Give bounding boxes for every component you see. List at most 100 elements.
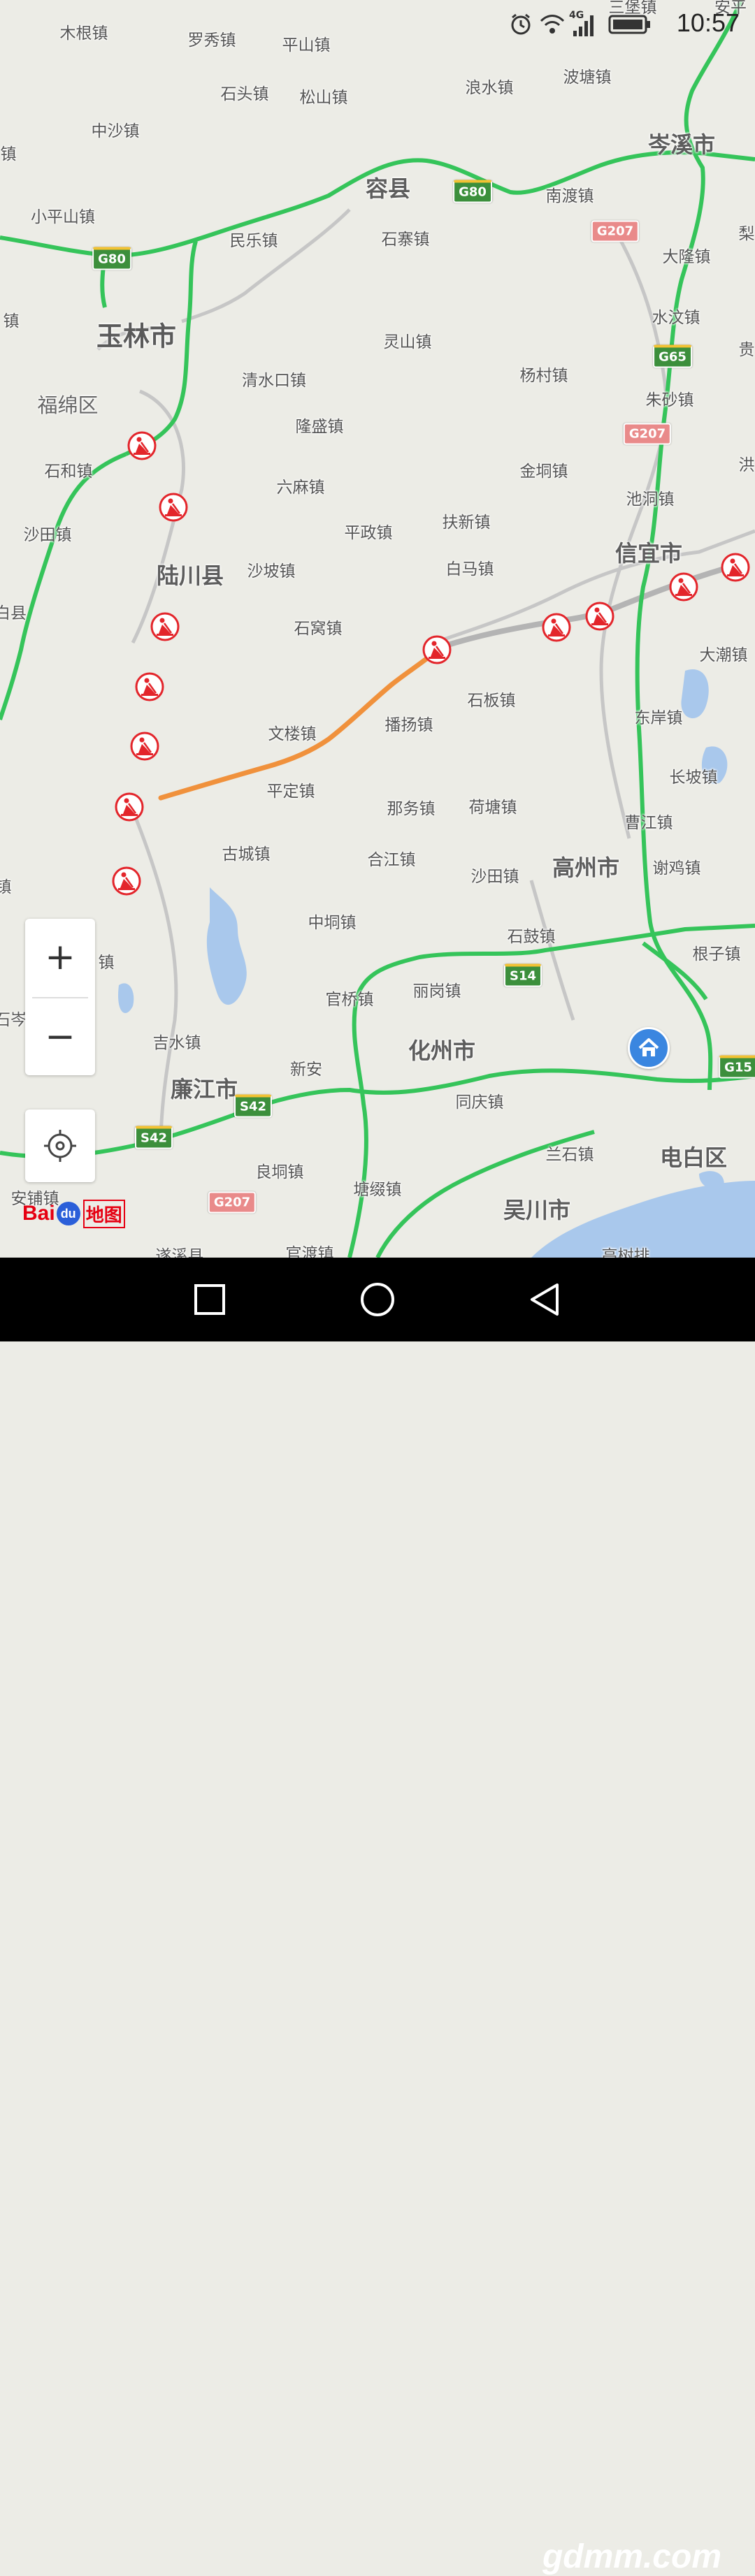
city-label: 高州市 <box>552 854 620 881</box>
town-label: 杨村镇 <box>519 367 568 385</box>
back-icon <box>531 1283 559 1316</box>
town-label: 长坡镇 <box>669 769 718 787</box>
zoom-in-button[interactable]: + <box>25 919 95 996</box>
status-time: 10:57 <box>676 8 740 37</box>
town-label: 南渡镇 <box>545 187 594 205</box>
road-shield: G207 <box>591 220 640 242</box>
construction-marker-icon[interactable] <box>585 602 614 631</box>
battery-icon <box>608 15 650 34</box>
city-label: 化州市 <box>408 1038 476 1064</box>
road-shield: G65 <box>653 344 692 368</box>
zoom-out-button[interactable]: − <box>25 998 95 1075</box>
town-label: 隆盛镇 <box>295 418 344 436</box>
recent-apps-icon <box>194 1284 225 1315</box>
construction-marker-icon[interactable] <box>150 612 180 641</box>
construction-marker-icon[interactable] <box>127 431 157 460</box>
town-label: 镇 <box>3 312 20 330</box>
locate-icon <box>44 1130 76 1162</box>
town-label: 白县 <box>0 604 27 623</box>
recent-apps-button[interactable] <box>189 1279 231 1320</box>
town-label: 清水口镇 <box>242 372 306 390</box>
town-label: 平山镇 <box>282 36 331 54</box>
town-label: 镇 <box>0 878 12 896</box>
road-shield: G80 <box>92 247 131 270</box>
alarm-icon <box>511 13 531 35</box>
town-label: 合江镇 <box>367 851 416 869</box>
road-shield: S42 <box>134 1126 173 1149</box>
town-label: 播扬镇 <box>384 716 433 734</box>
home-location-button[interactable] <box>628 1027 670 1069</box>
town-label: 东岸镇 <box>634 709 683 727</box>
logo-bai: Bai <box>22 1202 55 1225</box>
town-label: 波塘镇 <box>563 68 612 87</box>
town-label: 沙坡镇 <box>247 562 296 581</box>
wifi-icon <box>540 15 565 34</box>
locate-button[interactable] <box>25 1109 95 1182</box>
road-shield: G207 <box>623 423 672 445</box>
city-label: 廉江市 <box>170 1076 238 1103</box>
town-label: 灵山镇 <box>383 333 432 351</box>
town-label: 平政镇 <box>344 524 393 542</box>
town-label: 镇 <box>98 954 115 972</box>
town-label: 官桥镇 <box>325 991 374 1009</box>
town-label: 水汶镇 <box>652 309 700 327</box>
city-label: 福绵区 <box>37 393 99 417</box>
town-label: 民乐镇 <box>229 232 278 250</box>
city-label: 电白区 <box>659 1144 728 1171</box>
town-label: 沙田镇 <box>23 526 72 544</box>
town-label: 石窝镇 <box>294 620 343 638</box>
construction-marker-icon[interactable] <box>135 672 164 701</box>
town-label: 白马镇 <box>445 560 494 578</box>
town-label: 石岑 <box>0 1011 27 1029</box>
construction-marker-icon[interactable] <box>130 732 159 761</box>
town-label: 浪水镇 <box>465 79 514 97</box>
town-label: 松山镇 <box>299 89 348 107</box>
town-label: 石和镇 <box>44 463 93 481</box>
city-label: 玉林市 <box>96 321 177 352</box>
town-label: 扶新镇 <box>442 514 491 532</box>
town-label: 小平山镇 <box>31 208 95 226</box>
signal-icon <box>573 15 594 36</box>
construction-marker-icon[interactable] <box>112 866 141 896</box>
town-label: 新安 <box>290 1061 322 1079</box>
town-label: 金垌镇 <box>519 463 568 481</box>
baidu-map-logo: Bai du 地图 <box>22 1198 125 1230</box>
road-shield: S42 <box>233 1094 273 1118</box>
construction-marker-icon[interactable] <box>115 792 144 822</box>
status-bar: 4G 10:57 <box>503 0 755 49</box>
town-label: 中沙镇 <box>91 122 140 140</box>
town-label: 古城镇 <box>222 845 271 864</box>
road-shield: S14 <box>503 963 542 987</box>
home-nav-button[interactable] <box>357 1279 398 1320</box>
logo-du: du <box>56 1202 80 1225</box>
town-label: 大隆镇 <box>662 248 711 266</box>
town-label: 朱砂镇 <box>645 391 694 409</box>
town-label: 洪 <box>738 456 755 474</box>
back-button[interactable] <box>524 1279 566 1320</box>
construction-marker-icon[interactable] <box>542 613 571 642</box>
town-label: 木根镇 <box>59 24 108 43</box>
town-label: 同庆镇 <box>455 1093 504 1112</box>
town-label: 罗秀镇 <box>187 31 236 50</box>
navigation-bar: gdmm.com <box>0 1258 755 2575</box>
construction-marker-icon[interactable] <box>422 635 452 664</box>
city-label: 容县 <box>365 175 411 202</box>
logo-ditu: 地图 <box>82 1199 125 1228</box>
town-label: 根子镇 <box>692 945 741 963</box>
town-label: 丽岗镇 <box>412 982 461 1000</box>
town-label: 池洞镇 <box>626 490 675 509</box>
construction-marker-icon[interactable] <box>159 493 188 522</box>
town-label: 石板镇 <box>467 692 516 710</box>
town-label: 谢鸡镇 <box>652 859 701 878</box>
home-icon <box>638 1038 659 1056</box>
construction-marker-icon[interactable] <box>669 572 698 602</box>
construction-marker-icon[interactable] <box>721 553 750 582</box>
city-label: 信宜市 <box>614 540 683 567</box>
town-label: 文楼镇 <box>268 725 317 743</box>
town-label: 平定镇 <box>266 783 315 801</box>
town-label: 梨 <box>738 225 755 243</box>
town-label: 石寨镇 <box>381 231 430 249</box>
town-label: 镇 <box>0 145 17 163</box>
town-label: 石头镇 <box>220 85 269 103</box>
city-label: 岑溪市 <box>647 131 716 158</box>
